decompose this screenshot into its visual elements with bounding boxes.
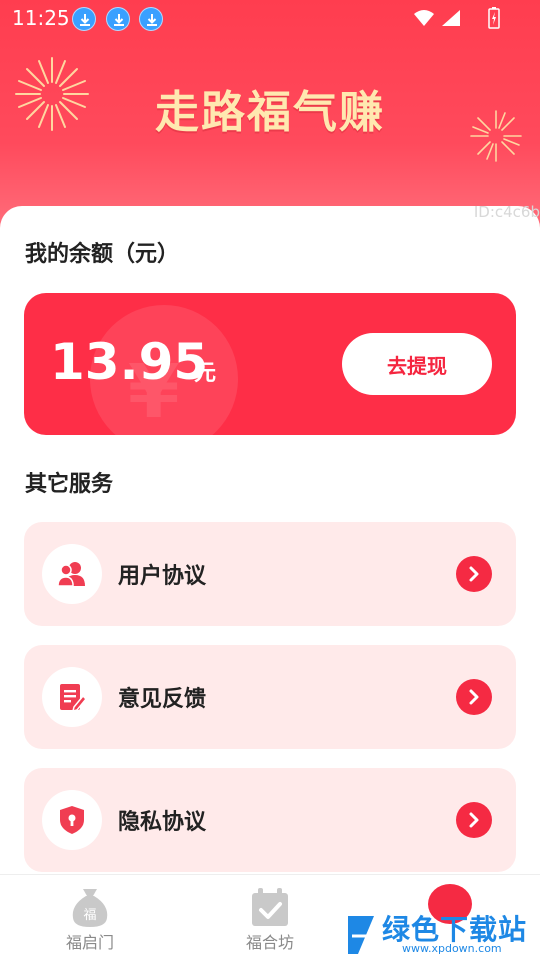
balance-card: ¥ 13.95 元 去提现: [24, 293, 516, 435]
balance-section-title: 我的余额（元）: [25, 242, 180, 267]
money-bag-icon: 福: [72, 889, 108, 927]
nav-label: 福合坊: [245, 933, 294, 952]
users-icon: [42, 544, 102, 604]
chevron-right-icon[interactable]: [456, 802, 492, 838]
calendar-check-icon: [252, 888, 288, 926]
download-notification-icon: [106, 7, 130, 31]
service-item-user-agreement[interactable]: 用户协议: [24, 522, 516, 626]
nav-label: 福启门: [65, 933, 114, 952]
nav-item-fuhefang[interactable]: 福合坊: [180, 875, 360, 960]
service-label: 意见反馈: [118, 687, 207, 712]
service-item-feedback[interactable]: 意见反馈: [24, 645, 516, 749]
svg-text:福: 福: [83, 908, 96, 923]
chevron-right-icon[interactable]: [456, 679, 492, 715]
service-label: 用户协议: [118, 564, 207, 589]
service-label: 隐私协议: [118, 810, 207, 835]
balance-amount: 13.95: [50, 333, 209, 391]
download-notification-icon: [139, 7, 163, 31]
shield-lock-icon: [42, 790, 102, 850]
nav-item-fuqimen[interactable]: 福 福启门: [0, 875, 180, 960]
chevron-right-icon[interactable]: [456, 556, 492, 592]
watermark-url: www.xpdown.com: [402, 942, 502, 955]
balance-unit: 元: [194, 361, 217, 386]
signal-wifi-icon: [414, 10, 460, 26]
status-time: 11:25: [12, 6, 70, 30]
app-title: 走路福气赚: [155, 87, 385, 138]
services-section-title: 其它服务: [25, 472, 114, 497]
edit-document-icon: [42, 667, 102, 727]
battery-icon: [488, 7, 500, 29]
service-item-privacy[interactable]: 隐私协议: [24, 768, 516, 872]
status-bar: 11:25: [0, 0, 540, 36]
withdraw-button[interactable]: 去提现: [342, 333, 492, 395]
user-id-label: ID:c4c6b: [473, 203, 540, 221]
download-notification-icon: [72, 7, 96, 31]
